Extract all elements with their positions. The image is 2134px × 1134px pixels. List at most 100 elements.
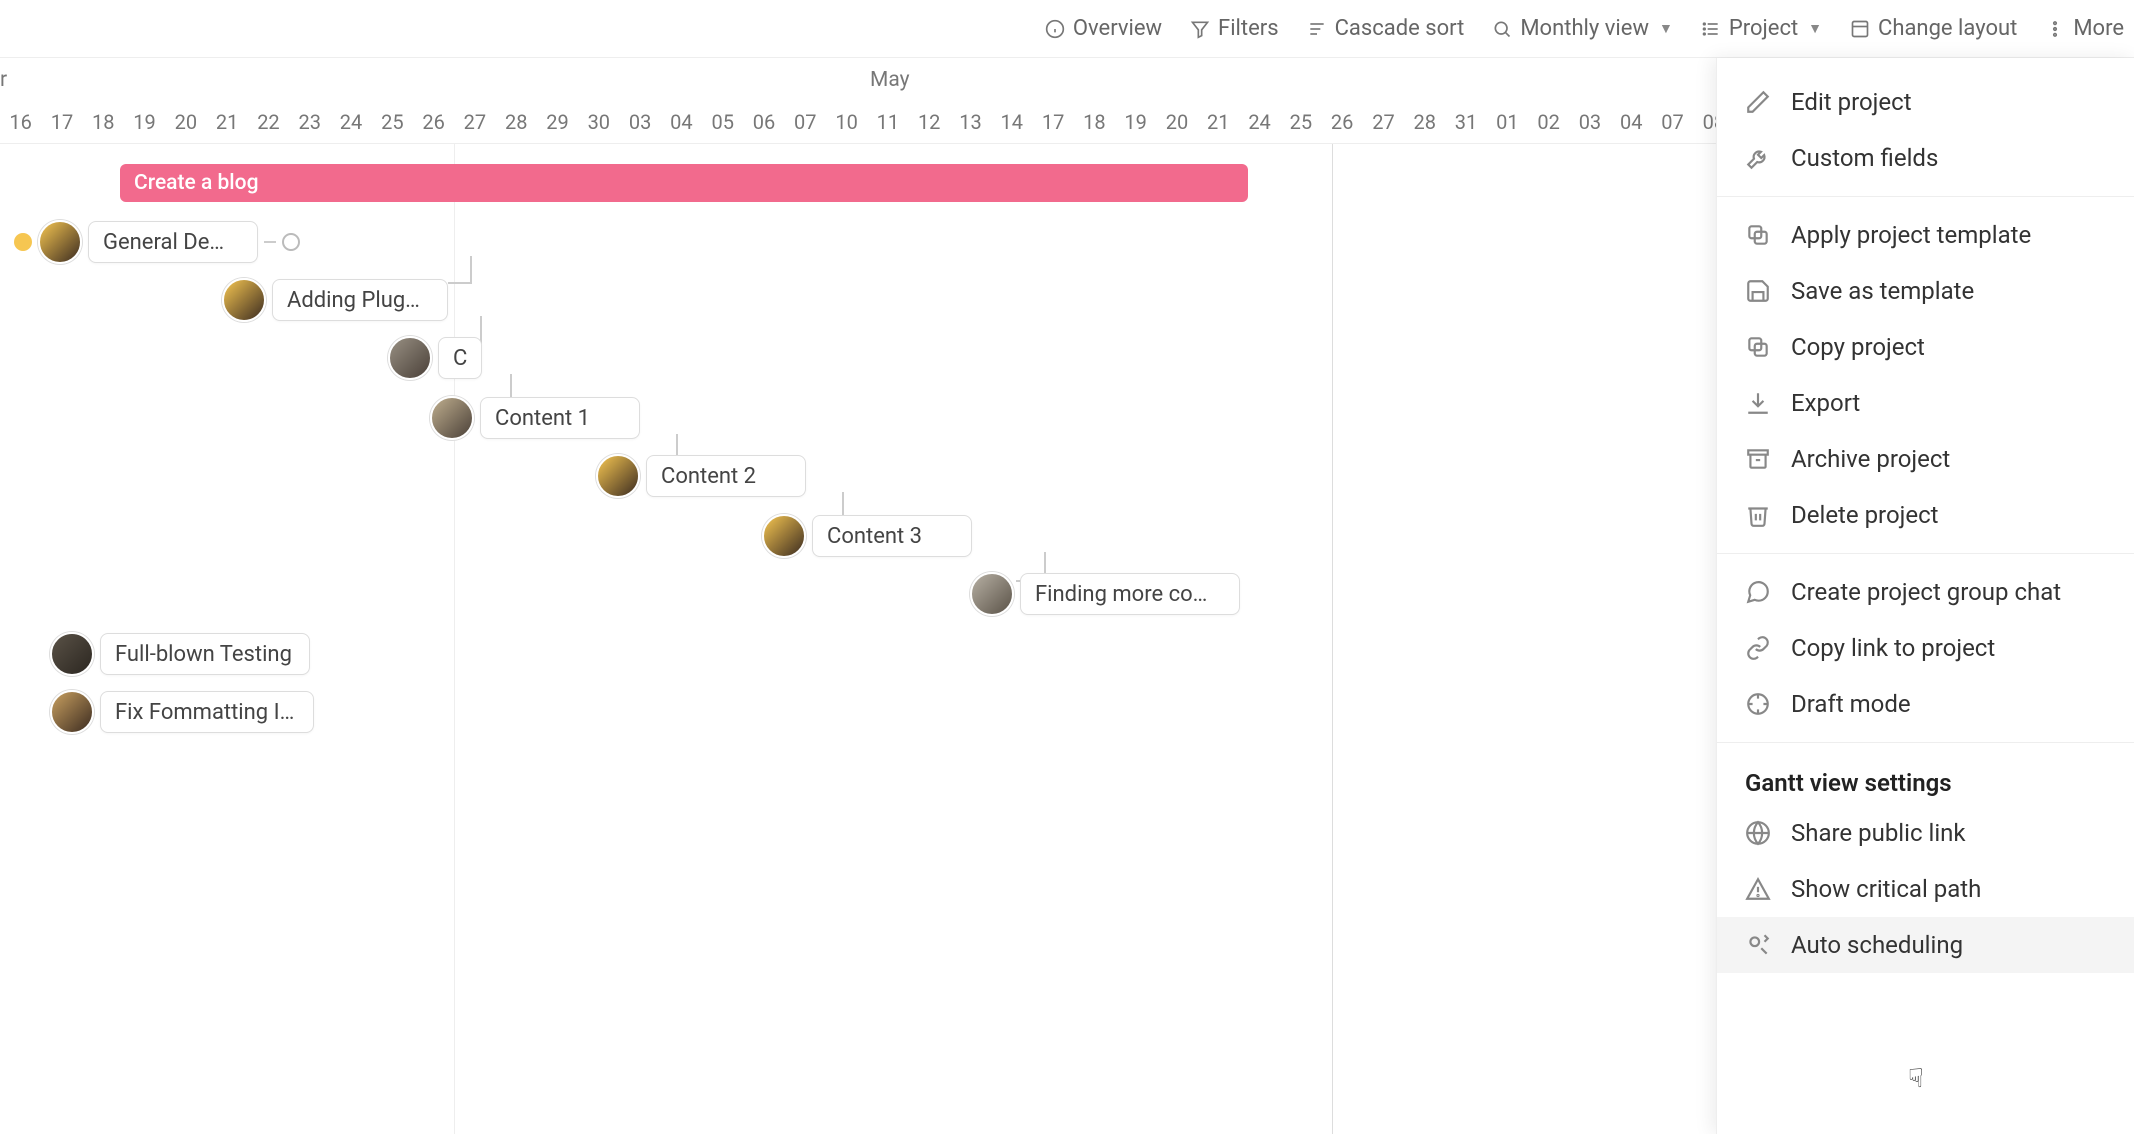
- task-row-8[interactable]: Full-blown Testing: [50, 630, 310, 678]
- project-dropdown-menu: Edit project Custom fields Apply project…: [1716, 58, 2134, 1134]
- wrench-icon: [1745, 145, 1771, 171]
- day-cell: 06: [743, 110, 784, 134]
- list-icon: [1701, 19, 1721, 39]
- edit-project-item[interactable]: Edit project: [1717, 74, 2134, 130]
- day-cell: 19: [124, 110, 165, 134]
- copy-link-item[interactable]: Copy link to project: [1717, 620, 2134, 676]
- monthly-view-label: Monthly view: [1520, 16, 1649, 41]
- day-cell: 28: [1404, 110, 1445, 134]
- task-row-3[interactable]: C: [388, 334, 482, 382]
- day-cell: 22: [248, 110, 289, 134]
- top-toolbar: Overview Filters Cascade sort Monthly vi…: [0, 0, 2134, 58]
- auto-scheduling-item[interactable]: Auto scheduling: [1717, 917, 2134, 973]
- day-cell: 11: [867, 110, 908, 134]
- more-label: More: [2073, 16, 2124, 41]
- group-chat-item[interactable]: Create project group chat: [1717, 564, 2134, 620]
- milestone-icon[interactable]: [282, 233, 300, 251]
- archive-project-item[interactable]: Archive project: [1717, 431, 2134, 487]
- filter-icon: [1190, 19, 1210, 39]
- task-bubble[interactable]: Content 2: [646, 455, 806, 497]
- day-cell: 02: [1528, 110, 1569, 134]
- day-cell: 07: [785, 110, 826, 134]
- day-cell: 31: [1445, 110, 1486, 134]
- task-bubble[interactable]: Fix Fommatting I…: [100, 691, 314, 733]
- task-bubble[interactable]: Finding more co…: [1020, 573, 1240, 615]
- menu-label: Copy link to project: [1791, 634, 1995, 662]
- day-cell: 27: [1363, 110, 1404, 134]
- custom-fields-item[interactable]: Custom fields: [1717, 130, 2134, 186]
- copy-project-item[interactable]: Copy project: [1717, 319, 2134, 375]
- project-button[interactable]: Project ▼: [1701, 16, 1822, 41]
- save-template-item[interactable]: Save as template: [1717, 263, 2134, 319]
- avatar: [388, 336, 432, 380]
- task-row-6[interactable]: Content 3: [762, 512, 972, 560]
- chevron-down-icon: ▼: [1659, 20, 1673, 37]
- gantt-settings-header: Gantt view settings: [1717, 753, 2134, 805]
- day-cell: 28: [496, 110, 537, 134]
- day-cell: 03: [619, 110, 660, 134]
- trash-icon: [1745, 502, 1771, 528]
- menu-label: Save as template: [1791, 277, 1974, 305]
- menu-label: Share public link: [1791, 819, 1966, 847]
- change-layout-button[interactable]: Change layout: [1850, 16, 2017, 41]
- dependency-line: [264, 241, 276, 243]
- day-cell: 12: [909, 110, 950, 134]
- menu-label: Create project group chat: [1791, 578, 2061, 606]
- avatar: [50, 690, 94, 734]
- day-cell: 26: [1322, 110, 1363, 134]
- task-bubble[interactable]: C: [438, 337, 482, 379]
- day-cell: 24: [1239, 110, 1280, 134]
- day-cell: 30: [578, 110, 619, 134]
- auto-schedule-icon: [1745, 932, 1771, 958]
- draft-mode-item[interactable]: Draft mode: [1717, 676, 2134, 732]
- menu-label: Copy project: [1791, 333, 1925, 361]
- globe-icon: [1745, 820, 1771, 846]
- share-link-item[interactable]: Share public link: [1717, 805, 2134, 861]
- delete-project-item[interactable]: Delete project: [1717, 487, 2134, 543]
- project-label: Project: [1729, 16, 1798, 41]
- day-cell: 17: [41, 110, 82, 134]
- filters-label: Filters: [1218, 16, 1279, 41]
- apply-template-item[interactable]: Apply project template: [1717, 207, 2134, 263]
- task-row-2[interactable]: Adding Plug…: [222, 276, 448, 324]
- avatar: [50, 632, 94, 676]
- day-cell: 20: [1156, 110, 1197, 134]
- day-cell: 14: [991, 110, 1032, 134]
- save-icon: [1745, 278, 1771, 304]
- download-icon: [1745, 390, 1771, 416]
- task-group-bar[interactable]: Create a blog: [120, 164, 1248, 202]
- critical-path-item[interactable]: Show critical path: [1717, 861, 2134, 917]
- task-row-4[interactable]: Content 1: [430, 394, 640, 442]
- monthly-view-button[interactable]: Monthly view ▼: [1492, 16, 1673, 41]
- more-button[interactable]: More: [2045, 16, 2124, 41]
- task-row-7[interactable]: Finding more co…: [970, 570, 1240, 618]
- filters-button[interactable]: Filters: [1190, 16, 1279, 41]
- warning-icon: [1745, 876, 1771, 902]
- cascade-sort-button[interactable]: Cascade sort: [1307, 16, 1465, 41]
- overview-button[interactable]: Overview: [1045, 16, 1162, 41]
- menu-label: Draft mode: [1791, 690, 1911, 718]
- sort-icon: [1307, 19, 1327, 39]
- copy-icon: [1745, 222, 1771, 248]
- export-item[interactable]: Export: [1717, 375, 2134, 431]
- day-cell: 26: [413, 110, 454, 134]
- pencil-icon: [1745, 89, 1771, 115]
- day-cell: 04: [661, 110, 702, 134]
- info-icon: [1045, 19, 1065, 39]
- cascade-sort-label: Cascade sort: [1335, 16, 1465, 41]
- month-divider: [454, 144, 455, 1134]
- day-cell: 25: [1280, 110, 1321, 134]
- menu-label: Export: [1791, 389, 1860, 417]
- task-row-5[interactable]: Content 2: [596, 452, 806, 500]
- task-row-1[interactable]: General De…: [14, 218, 300, 266]
- task-bubble[interactable]: Full-blown Testing: [100, 633, 310, 675]
- task-bubble[interactable]: General De…: [88, 221, 258, 263]
- task-bubble[interactable]: Content 1: [480, 397, 640, 439]
- chevron-down-icon: ▼: [1808, 20, 1822, 37]
- task-bubble[interactable]: Content 3: [812, 515, 972, 557]
- link-icon: [1745, 635, 1771, 661]
- task-bubble[interactable]: Adding Plug…: [272, 279, 448, 321]
- day-cell: 05: [702, 110, 743, 134]
- menu-label: Apply project template: [1791, 221, 2031, 249]
- task-row-9[interactable]: Fix Fommatting I…: [50, 688, 314, 736]
